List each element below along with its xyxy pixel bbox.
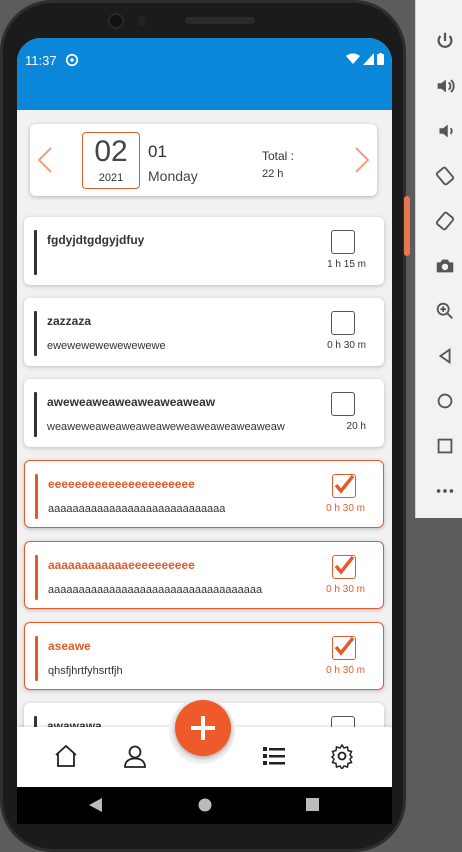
task-bar <box>34 311 37 356</box>
month-number: 01 <box>148 142 167 161</box>
system-icons <box>346 53 384 65</box>
add-task-button[interactable] <box>175 700 231 756</box>
home-icon[interactable] <box>53 743 79 769</box>
task-checkbox-checked[interactable] <box>332 555 356 579</box>
task-description: aaaaaaaaaaaaaaaaaaaaaaaaaaaaa <box>48 503 226 515</box>
task-bar <box>34 392 37 437</box>
plus-icon <box>191 716 215 740</box>
android-home-icon[interactable] <box>198 798 212 812</box>
next-day-arrow-icon[interactable] <box>352 146 372 174</box>
day-box: 02 2021 <box>82 132 140 189</box>
year: 2021 <box>98 172 124 184</box>
emulator-side-panel <box>415 0 462 518</box>
task-checkbox-checked[interactable] <box>332 474 356 498</box>
weekday: Monday <box>148 168 198 184</box>
task-title: zazzaza <box>47 314 92 328</box>
task-duration: 0 h 30 m <box>326 503 365 514</box>
settings-icon[interactable] <box>329 743 355 771</box>
task-description: ewewewewewewewewe <box>47 340 166 352</box>
volume-up-icon[interactable] <box>434 75 456 97</box>
previous-day-arrow-icon[interactable] <box>35 146 55 174</box>
android-nav-bar <box>17 787 392 824</box>
task-bar <box>34 230 37 275</box>
task-description: weaweweaweaweaweaweweaweaweaweaweaw <box>47 421 285 433</box>
date-card: 02 2021 01 Monday Total : 22 h <box>30 124 377 196</box>
status-bar: 11:37 <box>17 38 392 110</box>
task-item-completed[interactable]: aaaaaaaaaaaaeeeeeeeeee aaaaaaaaaaaaaaaaa… <box>24 541 384 609</box>
day-number: 02 <box>94 135 128 168</box>
status-time: 11:37 <box>25 53 57 68</box>
task-bar <box>35 474 38 519</box>
task-duration: 0 h 30 m <box>327 340 366 351</box>
task-title: aaaaaaaaaaaaeeeeeeeeee <box>48 558 195 572</box>
overview-icon[interactable] <box>434 435 456 457</box>
task-title: aseawe <box>48 639 91 653</box>
task-bar <box>35 555 38 600</box>
battery-icon <box>377 53 384 65</box>
checkmark-icon <box>334 475 354 494</box>
task-checkbox[interactable] <box>331 392 355 416</box>
earpiece-speaker <box>185 17 255 24</box>
task-checkbox-checked[interactable] <box>332 636 356 660</box>
task-duration: 0 h 30 m <box>326 665 365 676</box>
task-description: aaaaaaaaaaaaaaaaaaaaaaaaaaaaaaaaaaa <box>48 584 263 596</box>
android-back-icon[interactable] <box>89 798 103 812</box>
zoom-icon[interactable] <box>434 300 456 322</box>
task-item[interactable]: aweweaweaweaweaweaweaw weaweweaweaweawea… <box>24 379 384 447</box>
app-screen: 11:37 02 2021 01 Monday Total : 22 h fgd… <box>17 38 392 824</box>
profile-icon[interactable] <box>122 743 148 769</box>
task-item-completed[interactable]: aseawe qhsfjhrtfyhsrtfjh 0 h 30 m <box>24 622 384 690</box>
task-item[interactable]: zazzaza ewewewewewewewewe 0 h 30 m <box>24 298 384 366</box>
task-bar <box>35 636 38 681</box>
wifi-icon <box>346 53 360 64</box>
sensor <box>138 16 146 26</box>
volume-down-icon[interactable] <box>434 120 456 142</box>
rotate-left-icon[interactable] <box>434 165 456 187</box>
task-title: eeeeeeeeeeeeeeeeeeeeee <box>48 477 195 491</box>
more-icon[interactable] <box>434 480 456 502</box>
task-duration: 1 h 15 m <box>327 259 366 270</box>
checkmark-icon <box>334 556 354 575</box>
total-label: Total : <box>262 149 295 163</box>
home-circle-icon[interactable] <box>434 390 456 412</box>
task-duration: 0 h 30 m <box>326 584 365 595</box>
back-icon[interactable] <box>434 345 456 367</box>
task-item-completed[interactable]: eeeeeeeeeeeeeeeeeeeeee aaaaaaaaaaaaaaaaa… <box>24 460 384 528</box>
camera-icon[interactable] <box>434 255 456 277</box>
task-checkbox[interactable] <box>331 230 355 254</box>
checkmark-icon <box>334 637 354 656</box>
power-icon[interactable] <box>434 30 456 52</box>
task-title: fgdyjdtgdgyjdfuy <box>47 233 145 247</box>
list-icon[interactable] <box>261 743 287 769</box>
signal-icon <box>363 53 374 65</box>
android-recents-icon[interactable] <box>306 798 319 811</box>
task-description: qhsfjhrtfyhsrtfjh <box>48 665 123 677</box>
task-title: aweweaweaweaweaweaweaw <box>47 395 216 409</box>
front-camera <box>108 13 124 29</box>
total-value: 22 h <box>262 168 284 180</box>
task-checkbox[interactable] <box>331 311 355 335</box>
task-duration: 20 h <box>346 421 366 432</box>
phone-side-button <box>404 196 410 256</box>
rotate-right-icon[interactable] <box>434 210 456 232</box>
task-item[interactable]: fgdyjdtgdgyjdfuy 1 h 15 m <box>24 217 384 285</box>
sync-icon <box>65 53 79 67</box>
